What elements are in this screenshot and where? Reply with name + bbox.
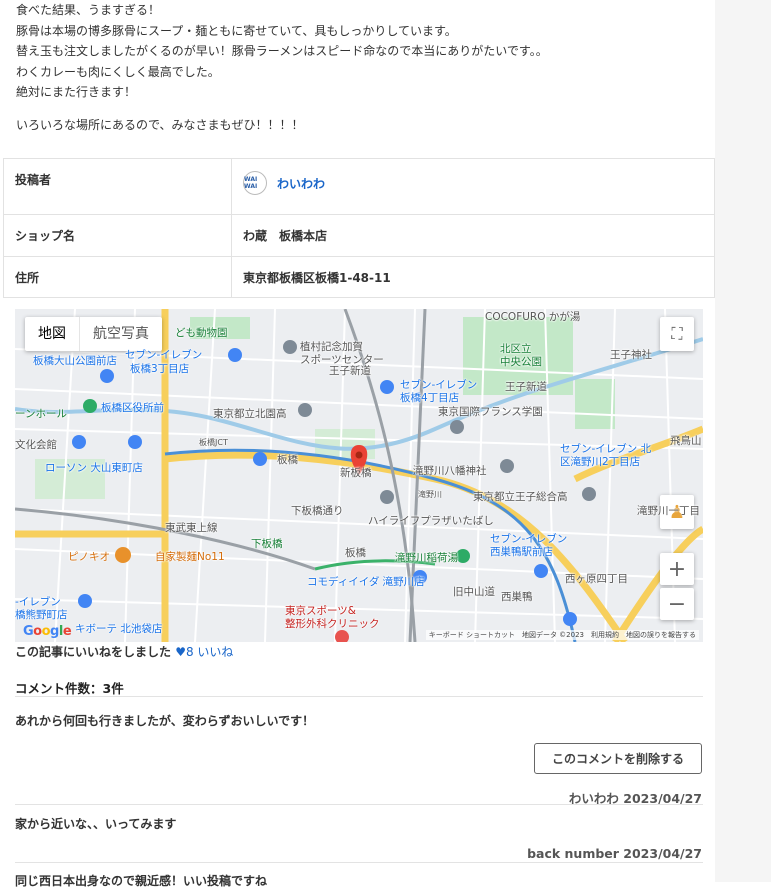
map-label: 滝野川八幡神社 <box>413 465 487 477</box>
zoom-in-button[interactable]: + <box>660 553 694 585</box>
comment-text: 家から近いな、、いってみます <box>15 817 177 831</box>
article-line: 豚骨は本場の博多豚骨にスープ・麺ともに寄せていて、具もしっかりしています。 <box>16 23 457 38</box>
map-label: 王子新道 <box>329 365 371 377</box>
shop-name: わ蔵 板橋本店 <box>231 214 715 257</box>
map-label: 板橋JCT <box>199 438 228 447</box>
map-label: 飛鳥山 <box>670 435 702 447</box>
map-label: 下板橋 <box>251 538 283 550</box>
comment-text: あれから何回も行きましたが、変わらずおいしいです！ <box>15 714 315 728</box>
map-label: 板橋4丁目店 <box>400 392 460 404</box>
info-row-address: 住所 東京都板橋区板橋1-48-11 <box>3 256 715 298</box>
map-label: ピノキオ <box>68 551 110 563</box>
map-label: 板橋大山公園前店 <box>33 355 117 367</box>
map-label: 自家製麺No11 <box>155 551 225 563</box>
map-label: ローソン 大山東町店 <box>45 462 143 474</box>
like-status: この記事にいいねをしました ♥8 いいね <box>15 642 233 662</box>
map-label: 板橋 <box>345 547 366 559</box>
article-line: 絶対にまた行きます！ <box>16 85 137 99</box>
map-label: ハイライフプラザいたばし <box>368 515 494 527</box>
map-label: 板橋 <box>277 454 298 466</box>
map-label: 板橋3丁目店 <box>130 363 190 375</box>
info-row-poster: 投稿者 WAI WAI わいわわ <box>3 158 715 215</box>
poster-cell: WAI WAI わいわわ <box>231 158 715 215</box>
shop-label: ショップ名 <box>3 214 232 257</box>
comment-meta: back number 2023/04/27 <box>527 846 702 861</box>
article-closing: いろいろな場所にあるので、みなさまもぜひ！！！！ <box>16 117 304 132</box>
article-line: 食べた結果、うますぎる！ <box>16 3 161 17</box>
map-label: 滝野川 <box>418 490 442 499</box>
map-label: 西巣鴨駅前店 <box>490 546 553 558</box>
map-label: 整形外科クリニック <box>285 618 380 630</box>
map-label: 区滝野川2丁目店 <box>560 456 641 468</box>
map-attribution[interactable]: キーボード ショートカット 地図データ ©2023 利用規約 地図の誤りを報告す… <box>425 630 699 640</box>
poster-name-link[interactable]: わいわわ <box>277 175 325 192</box>
like-text: この記事にいいねをしました <box>15 645 172 659</box>
map-label: COCOFURO かが湯 <box>485 311 581 323</box>
divider <box>15 862 703 863</box>
divider <box>15 696 703 697</box>
map-label: 新板橋 <box>340 467 372 479</box>
map-label: 東京国際フランス学園 <box>438 406 543 418</box>
article-body: 食べた結果、うますぎる！ 豚骨は本場の博多豚骨にスープ・麺ともに寄せていて、具も… <box>16 0 706 135</box>
article-line: わくカレーも肉にくしく最高でした。 <box>16 64 220 79</box>
fullscreen-icon[interactable]: ⛶ <box>660 317 694 351</box>
poster-label: 投稿者 <box>3 158 232 215</box>
info-row-shop: ショップ名 わ蔵 板橋本店 <box>3 214 715 257</box>
zoom-out-button[interactable]: − <box>660 588 694 620</box>
article-line: 替え玉も注文しましたがくるのが早い！豚骨ラーメンはスピード命なので本当にありがた… <box>16 44 548 58</box>
map-label: 滝野川一丁目 <box>637 505 700 517</box>
map-label: 東武東上線 <box>165 522 218 534</box>
map-label: 旧中山道 <box>453 586 495 598</box>
map-label: キボーテ 北池袋店 <box>75 623 163 635</box>
map-label: 西巣鴨 <box>501 591 533 603</box>
map-label: セブン-イレブン <box>125 349 203 361</box>
map-label: 滝野川稲荷湯 <box>395 552 458 564</box>
comment-text: 同じ西日本出身なので親近感！いい投稿ですね <box>15 874 268 888</box>
divider <box>15 804 703 805</box>
address-label: 住所 <box>3 256 232 298</box>
tab-map[interactable]: 地図 <box>25 317 79 351</box>
right-sidebar <box>715 0 771 882</box>
map-label: 東京都立北園高 <box>213 408 287 420</box>
map-label: 王子神社 <box>610 349 652 361</box>
delete-comment-button[interactable]: このコメントを削除する <box>534 743 702 774</box>
shop-info-table: 投稿者 WAI WAI わいわわ ショップ名 わ蔵 板橋本店 住所 東京都板橋区… <box>3 158 715 298</box>
tab-satellite[interactable]: 航空写真 <box>79 317 162 351</box>
address-value: 東京都板橋区板橋1-48-11 <box>231 256 715 298</box>
map-label: 文化会館 <box>15 439 57 451</box>
map-label: ーンホール <box>15 408 67 420</box>
poster-avatar[interactable]: WAI WAI <box>243 171 267 195</box>
comment-count: コメント件数：3件 <box>15 681 124 696</box>
map-label: 西ヶ原四丁目 <box>565 573 628 585</box>
map-label: ども動物園 <box>175 327 228 339</box>
map-label: コモディイイダ 滝野川店 <box>307 576 425 588</box>
map-label: 中央公園 <box>500 356 542 368</box>
map-label: 下板橋通り <box>291 505 344 517</box>
map-type-tabs: 地図 航空写真 <box>25 317 162 351</box>
google-map[interactable]: 地図 航空写真 ⛶ ♟ + − 板橋大山公園前店 セブン-イレブン 板橋3丁目店… <box>15 309 703 642</box>
map-label: 板橋区役所前 <box>101 402 164 414</box>
google-logo[interactable]: Google <box>23 624 72 639</box>
map-label: 東京都立王子総合高 <box>473 491 568 503</box>
map-label: 王子新道 <box>505 381 547 393</box>
like-count-link[interactable]: ♥8 いいね <box>175 645 233 659</box>
map-label: 橋熊野町店 <box>15 609 68 621</box>
